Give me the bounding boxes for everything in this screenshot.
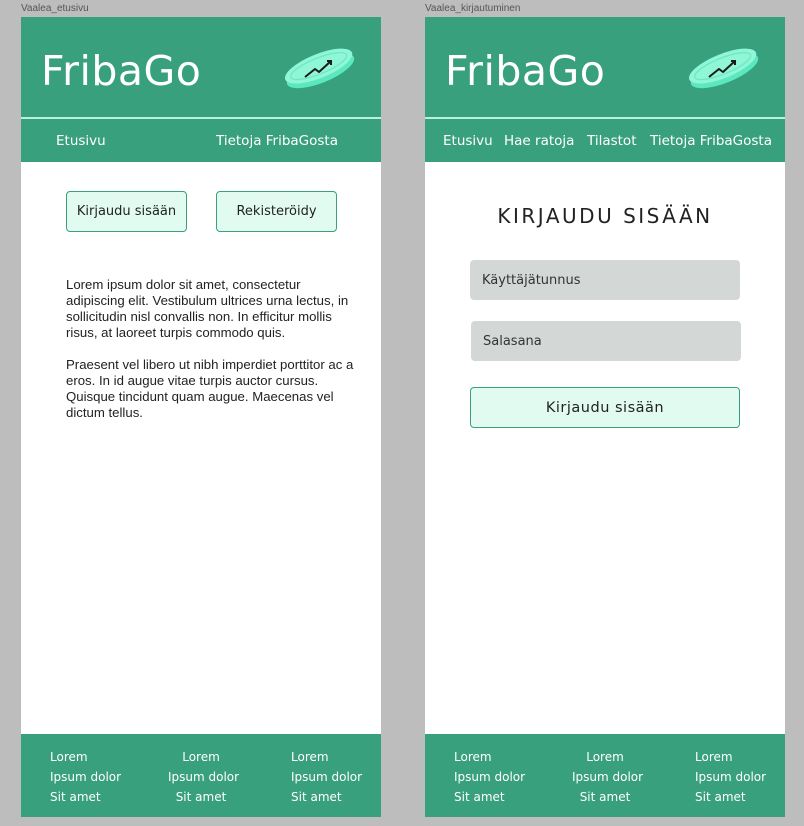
nav-item-tilastot[interactable]: Tilastot (587, 133, 637, 149)
footer-link[interactable]: Sit amet (454, 787, 525, 807)
footer-link[interactable]: Ipsum dolor (695, 767, 766, 787)
footer-link[interactable]: Sit amet (572, 787, 638, 807)
nav-item-tietoja[interactable]: Tietoja FribaGosta (650, 133, 772, 149)
footer: Lorem Ipsum dolor Sit amet Lorem Ipsum d… (425, 734, 785, 817)
footer-link[interactable]: Ipsum dolor (50, 767, 121, 787)
footer-column: Lorem Ipsum dolor Sit amet (454, 747, 525, 807)
footer-link[interactable]: Lorem (572, 747, 638, 767)
nav-item-tietoja[interactable]: Tietoja FribaGosta (216, 133, 338, 149)
frame-label-login: Vaalea_kirjautuminen (425, 3, 521, 14)
frame-label-home: Vaalea_etusivu (21, 3, 89, 14)
footer-link[interactable]: Lorem (695, 747, 766, 767)
footer-link[interactable]: Sit amet (168, 787, 234, 807)
main-nav: Etusivu Hae ratoja Tilastot Tietoja Frib… (425, 119, 785, 162)
footer-link[interactable]: Ipsum dolor (168, 767, 239, 787)
intro-paragraph-1: Lorem ipsum dolor sit amet, consectetur … (66, 277, 349, 340)
footer-column: Lorem Ipsum dolor Sit amet (168, 747, 239, 807)
login-submit-button[interactable]: Kirjaudu sisään (470, 387, 740, 428)
brand-title[interactable]: FribaGo (41, 51, 201, 92)
footer: Lorem Ipsum dolor Sit amet Lorem Ipsum d… (21, 734, 381, 817)
footer-link[interactable]: Lorem (291, 747, 362, 767)
password-input[interactable] (471, 321, 741, 361)
footer-link[interactable]: Ipsum dolor (454, 767, 525, 787)
footer-column: Lorem Ipsum dolor Sit amet (572, 747, 643, 807)
login-title: KIRJAUDU SISÄÄN (497, 204, 713, 228)
footer-link[interactable]: Sit amet (50, 787, 121, 807)
frisbee-icon (688, 48, 759, 89)
footer-link[interactable]: Lorem (168, 747, 234, 767)
login-page-frame: FribaGo Etusivu Hae ratoja Tilastot Tiet… (425, 17, 785, 817)
footer-link[interactable]: Sit amet (695, 787, 766, 807)
brand-title[interactable]: FribaGo (445, 51, 605, 92)
footer-link[interactable]: Lorem (50, 747, 121, 767)
footer-column: Lorem Ipsum dolor Sit amet (50, 747, 121, 807)
nav-item-etusivu[interactable]: Etusivu (56, 133, 106, 149)
login-button[interactable]: Kirjaudu sisään (66, 191, 187, 232)
main-nav: Etusivu Tietoja FribaGosta (21, 119, 381, 162)
intro-paragraph-2: Praesent vel libero ut nibh imperdiet po… (66, 357, 354, 420)
username-input[interactable] (470, 260, 740, 300)
header: FribaGo (21, 17, 381, 119)
footer-link[interactable]: Sit amet (291, 787, 362, 807)
footer-column: Lorem Ipsum dolor Sit amet (291, 747, 362, 807)
header: FribaGo (425, 17, 785, 119)
footer-link[interactable]: Ipsum dolor (291, 767, 362, 787)
frisbee-icon (284, 48, 355, 89)
footer-link[interactable]: Lorem (454, 747, 525, 767)
home-page-frame: FribaGo Etusivu Tietoja FribaGosta Kirja… (21, 17, 381, 817)
footer-column: Lorem Ipsum dolor Sit amet (695, 747, 766, 807)
nav-item-hae-ratoja[interactable]: Hae ratoja (504, 133, 574, 149)
footer-link[interactable]: Ipsum dolor (572, 767, 643, 787)
nav-item-etusivu[interactable]: Etusivu (443, 133, 493, 149)
register-button[interactable]: Rekisteröidy (216, 191, 337, 232)
